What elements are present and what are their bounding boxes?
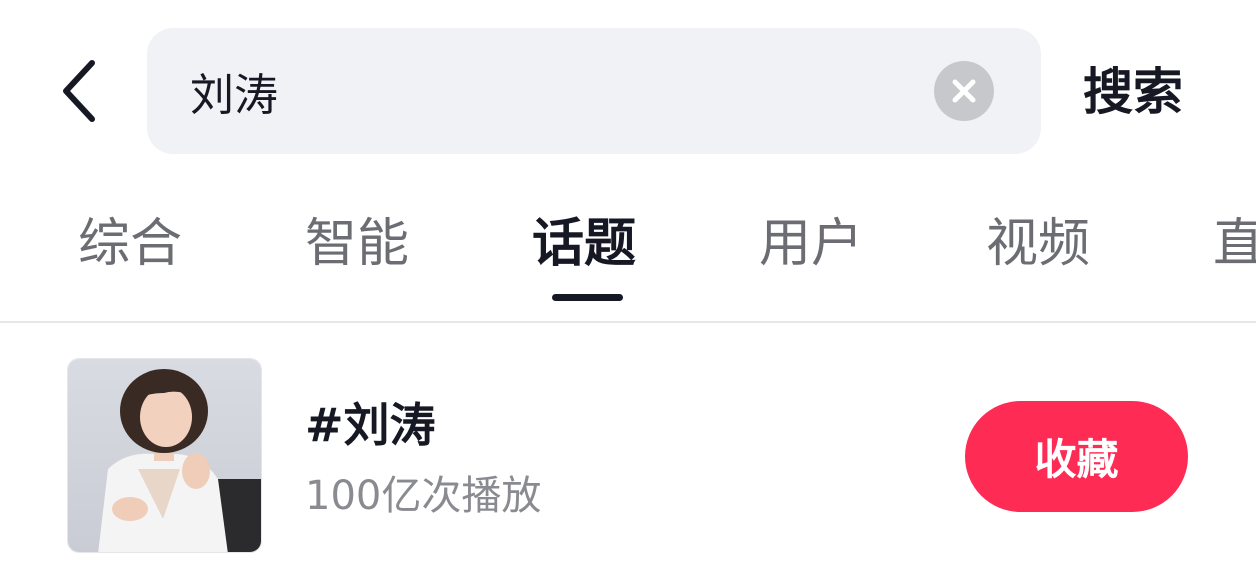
result-tabs: 综合 智能 话题 用户 视频 直 — [0, 200, 1256, 310]
tab-topics[interactable]: 话题 — [532, 212, 636, 276]
favorite-button[interactable]: 收藏 — [965, 401, 1188, 512]
back-button[interactable] — [48, 58, 108, 124]
chevron-left-icon — [63, 60, 95, 122]
clear-search-button[interactable] — [934, 61, 994, 121]
tab-live[interactable]: 直 — [1213, 212, 1256, 276]
topic-cover-image[interactable] — [67, 358, 262, 553]
search-results-page: 搜索 综合 智能 话题 用户 视频 直 — [0, 0, 1256, 576]
topic-play-count: 100亿次播放 — [305, 473, 542, 519]
tab-users[interactable]: 用户 — [759, 212, 863, 276]
tab-comprehensive[interactable]: 综合 — [78, 212, 182, 276]
active-tab-indicator — [552, 294, 623, 301]
tab-smart[interactable]: 智能 — [305, 212, 409, 276]
search-box — [147, 28, 1041, 154]
tab-videos[interactable]: 视频 — [986, 212, 1090, 276]
close-icon — [952, 79, 976, 103]
divider — [0, 321, 1256, 323]
search-button[interactable]: 搜索 — [1083, 60, 1183, 124]
search-input[interactable] — [147, 28, 950, 154]
topic-title[interactable]: #刘涛 — [305, 395, 436, 455]
